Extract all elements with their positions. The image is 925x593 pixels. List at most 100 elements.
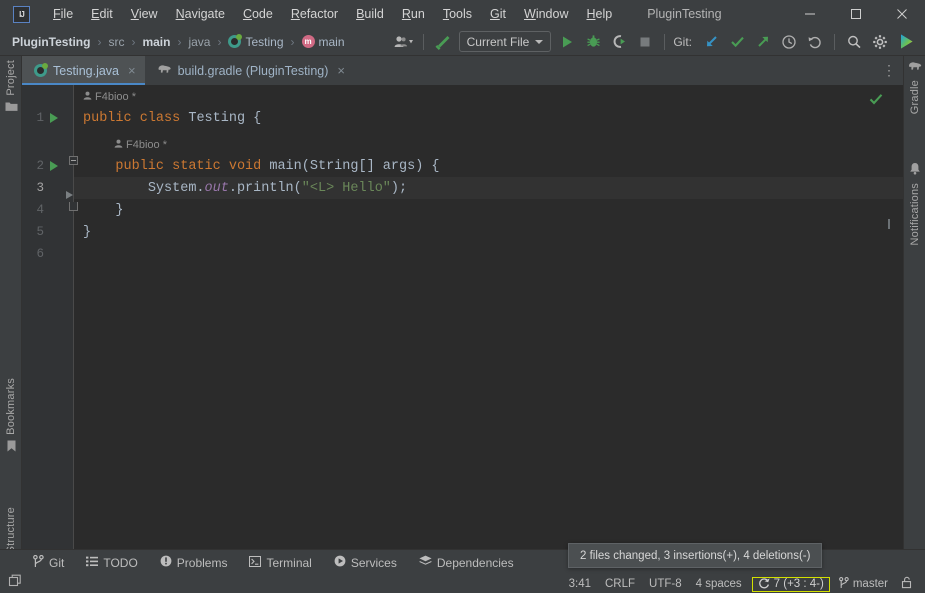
tool-window-git[interactable]: Git [22,550,75,576]
token-parameter: String[] args [309,158,416,174]
maximize-button[interactable] [833,0,879,28]
read-write-icon[interactable] [894,576,917,592]
scrollbar-thumb[interactable] [888,219,890,229]
inlay-hint-author-method[interactable]: F4bioo * [114,136,167,154]
gutter-line-5: 5 [22,221,74,243]
run-icon[interactable] [50,161,58,171]
tooltip-text: 2 files changed, 3 insertions(+), 4 dele… [580,549,811,562]
menu-bar: File Edit View Navigate Code Refactor Bu… [44,4,621,24]
tool-window-services[interactable]: Services [323,550,408,576]
close-icon[interactable]: × [337,63,345,78]
breadcrumb-item-main-dir[interactable]: main [140,34,172,50]
breadcrumb-item-java[interactable]: java [186,34,212,50]
gear-icon[interactable] [869,31,891,53]
menu-item-build[interactable]: Build [347,4,393,24]
tab-overflow-menu[interactable]: ⋮ [875,56,903,85]
inspection-status-check-icon[interactable] [869,92,883,111]
close-icon[interactable]: × [128,63,136,78]
indent-setting[interactable]: 4 spaces [689,578,749,590]
token-punctuation: { [245,110,262,126]
debug-icon[interactable] [582,31,604,53]
code-line-5: } [74,221,91,243]
menu-item-help[interactable]: Help [577,4,621,24]
breadcrumb-label-testing: Testing [245,34,284,49]
run-icon[interactable] [556,31,578,53]
line-number: 2 [36,159,44,173]
menu-item-navigate[interactable]: Navigate [167,4,234,24]
menu-item-file[interactable]: File [44,4,82,24]
code-line-4: } [74,199,124,221]
line-number: 5 [36,225,44,239]
git-rollback-icon[interactable] [804,31,826,53]
breadcrumb-separator: › [131,34,136,49]
menu-item-code[interactable]: Code [234,4,282,24]
editor-text-area[interactable]: F4bioo * public class Testing { F4bioo *… [74,85,903,549]
sidebar-item-project[interactable]: Project [0,60,22,115]
breadcrumb-item-main-method[interactable]: m main [300,34,347,50]
menu-item-tools[interactable]: Tools [434,4,481,24]
status-bar-right: 3:41 CRLF UTF-8 4 spaces 7 (+3 : 4-) mas… [562,576,925,592]
branch-label: master [852,578,888,590]
git-commit-icon[interactable] [726,31,748,53]
sidebar-item-bookmarks[interactable]: Bookmarks [0,378,22,455]
run-with-coverage-icon[interactable] [608,31,630,53]
run-icon[interactable] [50,113,58,123]
breadcrumb-label-main: main [318,34,345,49]
tool-window-dependencies[interactable]: Dependencies [408,550,525,576]
file-encoding[interactable]: UTF-8 [642,578,689,590]
gutter-line-4: 4 [22,199,74,221]
editor-tab-testing-java[interactable]: Testing.java × [22,56,145,85]
user-group-icon[interactable] [393,31,415,53]
gutter-marker-icon[interactable] [66,191,73,199]
sidebar-item-label: Bookmarks [5,378,17,435]
vcs-changes-badge[interactable]: 7 (+3 : 4-) [751,576,830,592]
git-branch-icon [838,576,849,592]
git-history-icon[interactable] [778,31,800,53]
token-class-name: Testing [188,110,246,126]
menu-item-run[interactable]: Run [393,4,434,24]
token-string: "<L> Hello" [301,180,391,196]
caret-position[interactable]: 3:41 [562,578,598,590]
sidebar-item-notifications[interactable]: Notifications [904,162,925,246]
close-button[interactable] [879,0,925,28]
left-tool-stripe: Project Bookmarks Structure [0,56,22,571]
minimize-button[interactable] [787,0,833,28]
tool-window-todo[interactable]: TODO [75,550,148,576]
run-configuration-selector[interactable]: Current File [458,31,552,52]
menu-item-refactor[interactable]: Refactor [282,4,347,24]
tool-window-problems[interactable]: Problems [149,550,239,576]
tool-window-terminal[interactable]: Terminal [238,550,322,576]
navigation-bar: PluginTesting › src › main › java › Test… [0,28,925,56]
git-push-icon[interactable] [752,31,774,53]
gutter-line-6: 6 [22,243,74,265]
warning-icon [160,555,172,570]
breadcrumb-item-src[interactable]: src [106,34,126,50]
menu-item-git[interactable]: Git [481,4,515,24]
search-icon[interactable] [843,31,865,53]
status-bar-left [0,574,23,593]
layout-icon[interactable] [8,574,23,593]
breadcrumb-item-testing[interactable]: Testing [226,34,285,50]
menu-item-edit[interactable]: Edit [82,4,122,24]
hammer-icon[interactable] [432,31,454,53]
line-separator[interactable]: CRLF [598,578,642,590]
code-line-1: public class Testing { [74,107,261,129]
sidebar-item-gradle[interactable]: Gradle [904,60,925,114]
toolbar-divider [834,33,835,50]
stop-icon[interactable] [634,31,656,53]
intellij-logo-icon[interactable]: IJ [13,5,30,23]
inlay-hint-author-class[interactable]: F4bioo * [83,88,136,106]
code-editor[interactable]: 1 2 3 4 5 6 F4bioo * public class Testin… [22,85,903,549]
main-toolbar: Current File Git: [391,28,925,56]
editor-tab-build-gradle[interactable]: build.gradle (PluginTesting) × [145,56,354,85]
breadcrumb-item-project[interactable]: PluginTesting [10,34,92,50]
menu-item-view[interactable]: View [122,4,167,24]
token-method-call: println [236,180,294,196]
git-branch-widget[interactable]: master [833,576,894,592]
ai-assistant-icon[interactable] [895,31,917,53]
menu-item-window[interactable]: Window [515,4,577,24]
git-update-icon[interactable] [700,31,722,53]
editor-gutter[interactable]: 1 2 3 4 5 6 [22,85,78,549]
gradle-elephant-icon [157,63,172,78]
token-punctuation: } [83,202,124,218]
